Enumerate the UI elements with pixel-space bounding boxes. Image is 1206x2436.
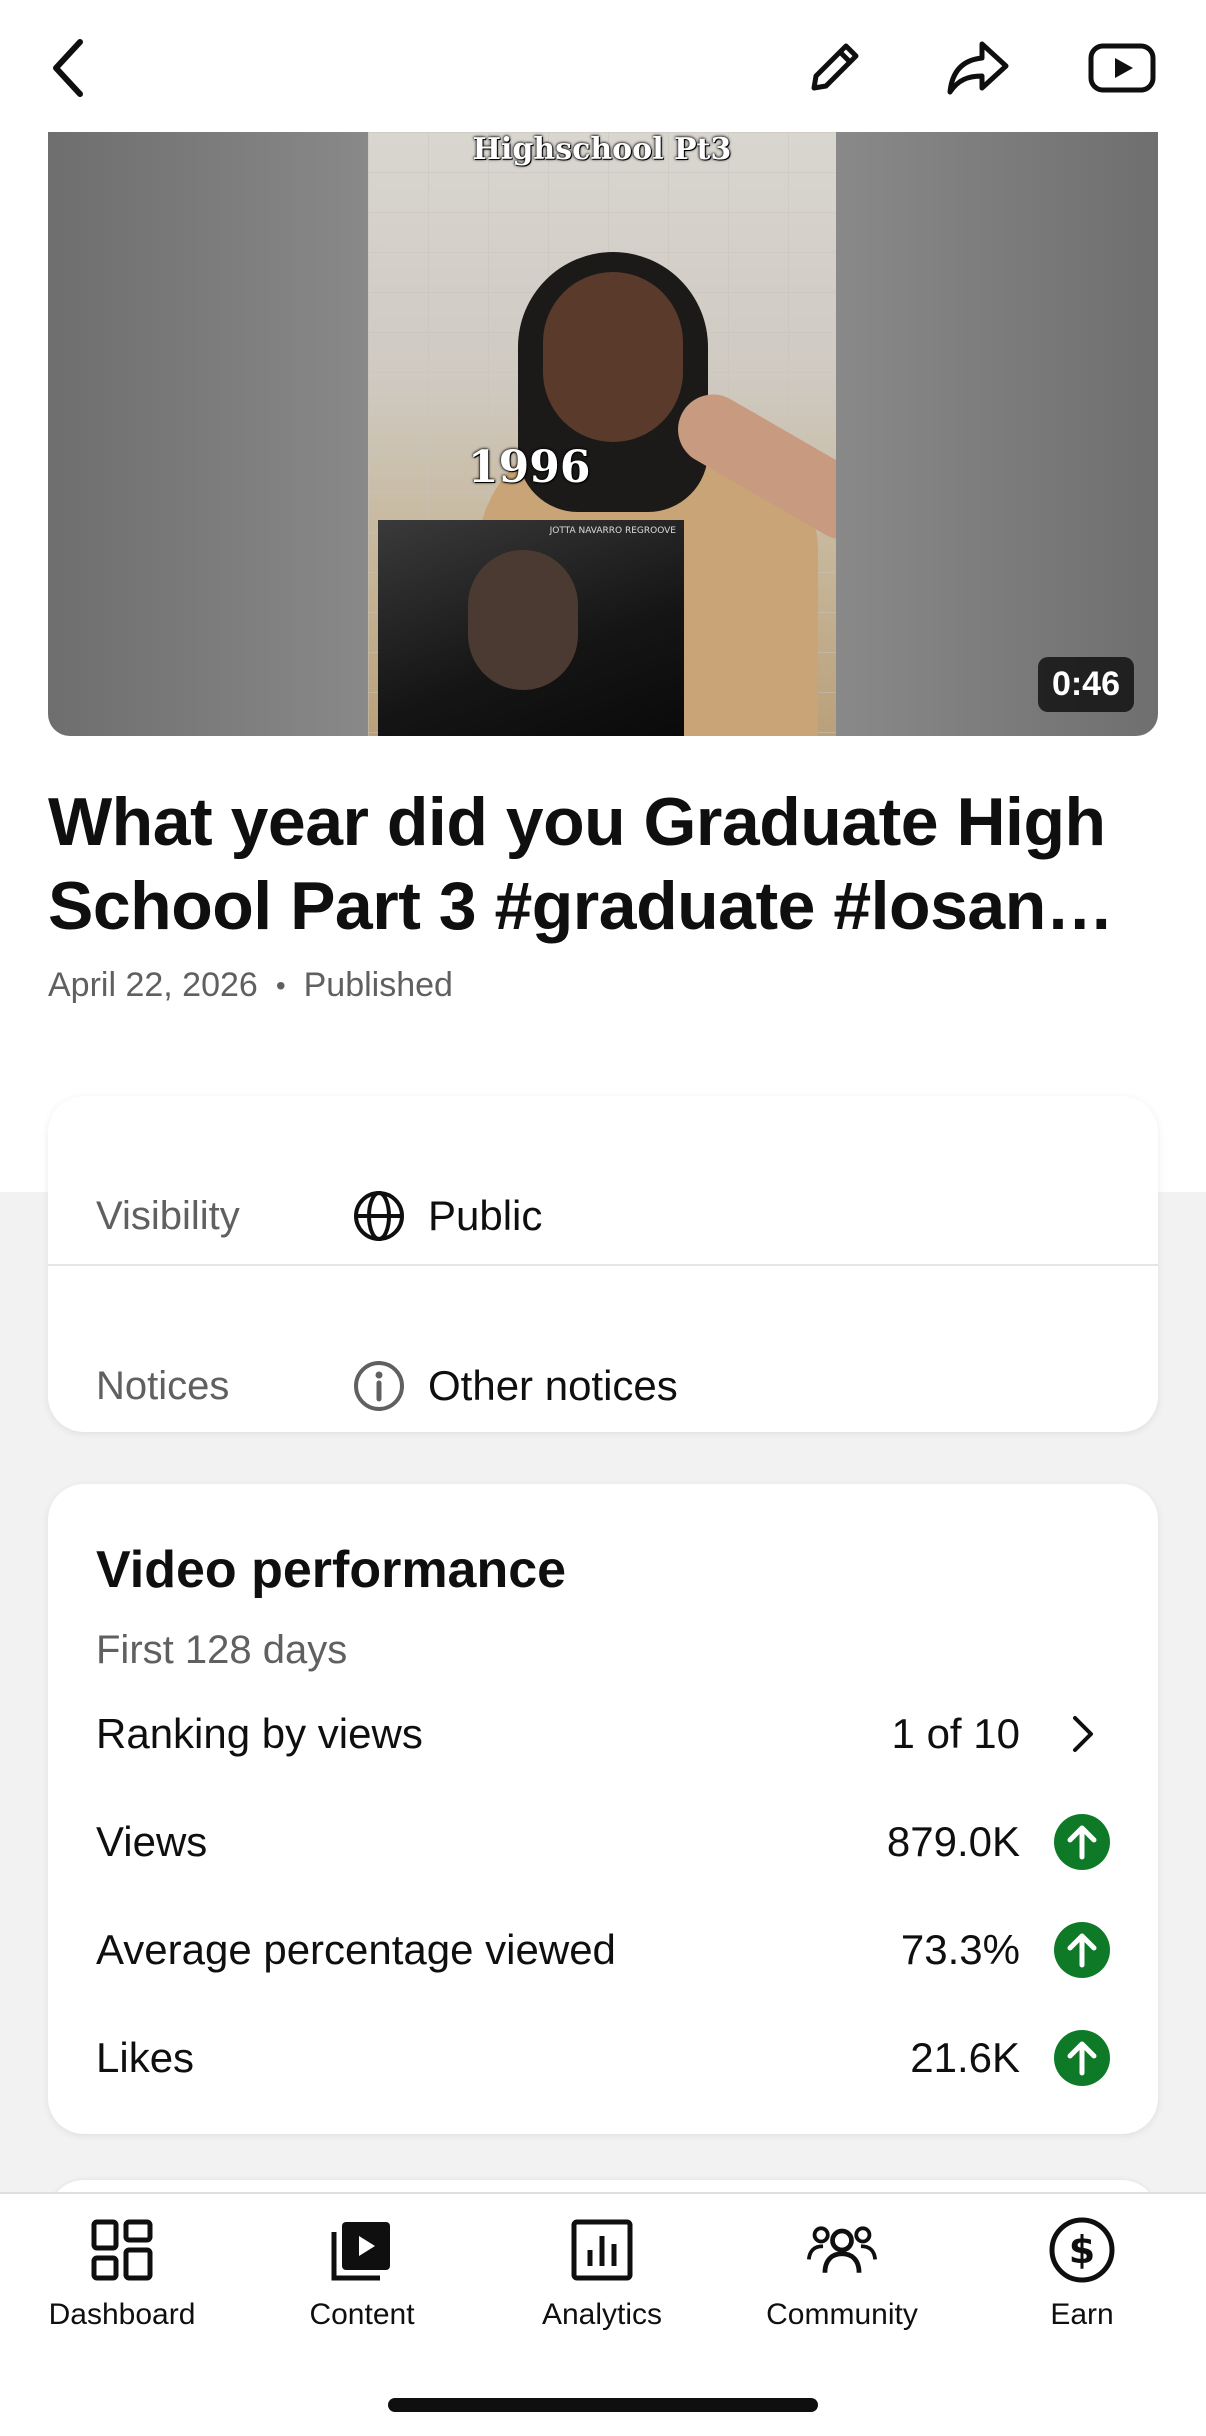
thumbnail-image: JOTTA NAVARRO REGROOVE Highschool Pt3 19… bbox=[368, 132, 836, 736]
ranking-row[interactable]: Ranking by views 1 of 10 bbox=[96, 1694, 1110, 1774]
metric-value: 73.3% bbox=[900, 1926, 1020, 1973]
nav-analytics[interactable]: Analytics bbox=[482, 2214, 722, 2344]
metric-label: Views bbox=[96, 1818, 208, 1865]
chevron-left-icon bbox=[53, 39, 83, 97]
globe-icon bbox=[354, 1191, 404, 1241]
nav-label: Community bbox=[766, 2298, 918, 2331]
thumbnail-inset-photo: JOTTA NAVARRO REGROOVE bbox=[378, 520, 684, 736]
thumbnail-year: 1996 bbox=[468, 442, 591, 493]
content-icon bbox=[326, 2214, 398, 2286]
publish-status: Published bbox=[303, 966, 453, 1004]
avg-percentage-row: Average percentage viewed 73.3% bbox=[96, 1910, 1110, 1990]
arrow-up-icon bbox=[1054, 1922, 1110, 1978]
dashboard-icon bbox=[86, 2214, 158, 2286]
nav-label: Analytics bbox=[541, 2298, 663, 2331]
publish-date: April 22, 2026 bbox=[48, 966, 258, 1004]
video-performance-card: Video performance First 128 days Ranking… bbox=[48, 1484, 1158, 2134]
nav-label: Content bbox=[309, 2298, 415, 2331]
views-row: Views 879.0K bbox=[96, 1802, 1110, 1882]
metric-label: Ranking by views bbox=[96, 1710, 423, 1757]
meta-separator: • bbox=[275, 969, 286, 1001]
arrow-up-icon bbox=[1054, 2030, 1110, 2086]
duration-badge: 0:46 bbox=[1037, 657, 1134, 712]
visibility-value: Public bbox=[428, 1192, 543, 1239]
performance-title: Video performance bbox=[96, 1541, 567, 1599]
notices-label: Notices bbox=[96, 1363, 230, 1408]
metric-label: Likes bbox=[96, 2034, 195, 2081]
video-meta: April 22, 2026 • Published bbox=[48, 966, 453, 1005]
nav-label: Earn bbox=[1050, 2298, 1114, 2331]
visibility-label: Visibility bbox=[96, 1193, 240, 1238]
info-icon bbox=[354, 1361, 404, 1411]
visibility-row[interactable]: Visibility Public bbox=[96, 1156, 1110, 1276]
share-button[interactable] bbox=[938, 28, 1018, 108]
arrow-up-icon bbox=[1054, 1814, 1110, 1870]
nav-dashboard[interactable]: Dashboard bbox=[2, 2214, 242, 2344]
thumbnail-credit: JOTTA NAVARRO REGROOVE bbox=[549, 526, 676, 536]
youtube-icon bbox=[1088, 43, 1156, 93]
metric-label: Average percentage viewed bbox=[96, 1926, 616, 1973]
top-bar bbox=[0, 0, 1206, 132]
video-title: What year did you Graduate High School P… bbox=[48, 784, 1114, 944]
chevron-right-icon bbox=[1054, 1706, 1110, 1762]
nav-earn[interactable]: $ Earn bbox=[962, 2214, 1202, 2344]
notices-value: Other notices bbox=[428, 1362, 678, 1409]
analytics-icon bbox=[566, 2214, 638, 2286]
home-indicator bbox=[388, 2398, 818, 2412]
share-icon bbox=[947, 41, 1009, 95]
svg-text:$: $ bbox=[1069, 2228, 1095, 2272]
nav-label: Dashboard bbox=[48, 2298, 196, 2331]
details-divider bbox=[48, 1264, 1158, 1266]
likes-row: Likes 21.6K bbox=[96, 2018, 1110, 2098]
thumbnail-caption: Highschool Pt3 bbox=[472, 132, 732, 167]
metric-value: 879.0K bbox=[886, 1818, 1020, 1865]
back-button[interactable] bbox=[28, 28, 108, 108]
video-thumbnail[interactable]: JOTTA NAVARRO REGROOVE Highschool Pt3 19… bbox=[48, 132, 1158, 736]
metric-value: 21.6K bbox=[910, 2034, 1020, 2081]
metric-value: 1 of 10 bbox=[891, 1710, 1020, 1757]
notices-row[interactable]: Notices Other notices bbox=[96, 1326, 1110, 1446]
performance-period: First 128 days bbox=[96, 1628, 348, 1672]
earn-icon: $ bbox=[1046, 2214, 1118, 2286]
pencil-icon bbox=[811, 43, 859, 91]
community-icon bbox=[806, 2214, 878, 2286]
view-on-youtube-button[interactable] bbox=[1082, 28, 1162, 108]
nav-content[interactable]: Content bbox=[242, 2214, 482, 2344]
edit-button[interactable] bbox=[794, 28, 874, 108]
nav-community[interactable]: Community bbox=[722, 2214, 962, 2344]
